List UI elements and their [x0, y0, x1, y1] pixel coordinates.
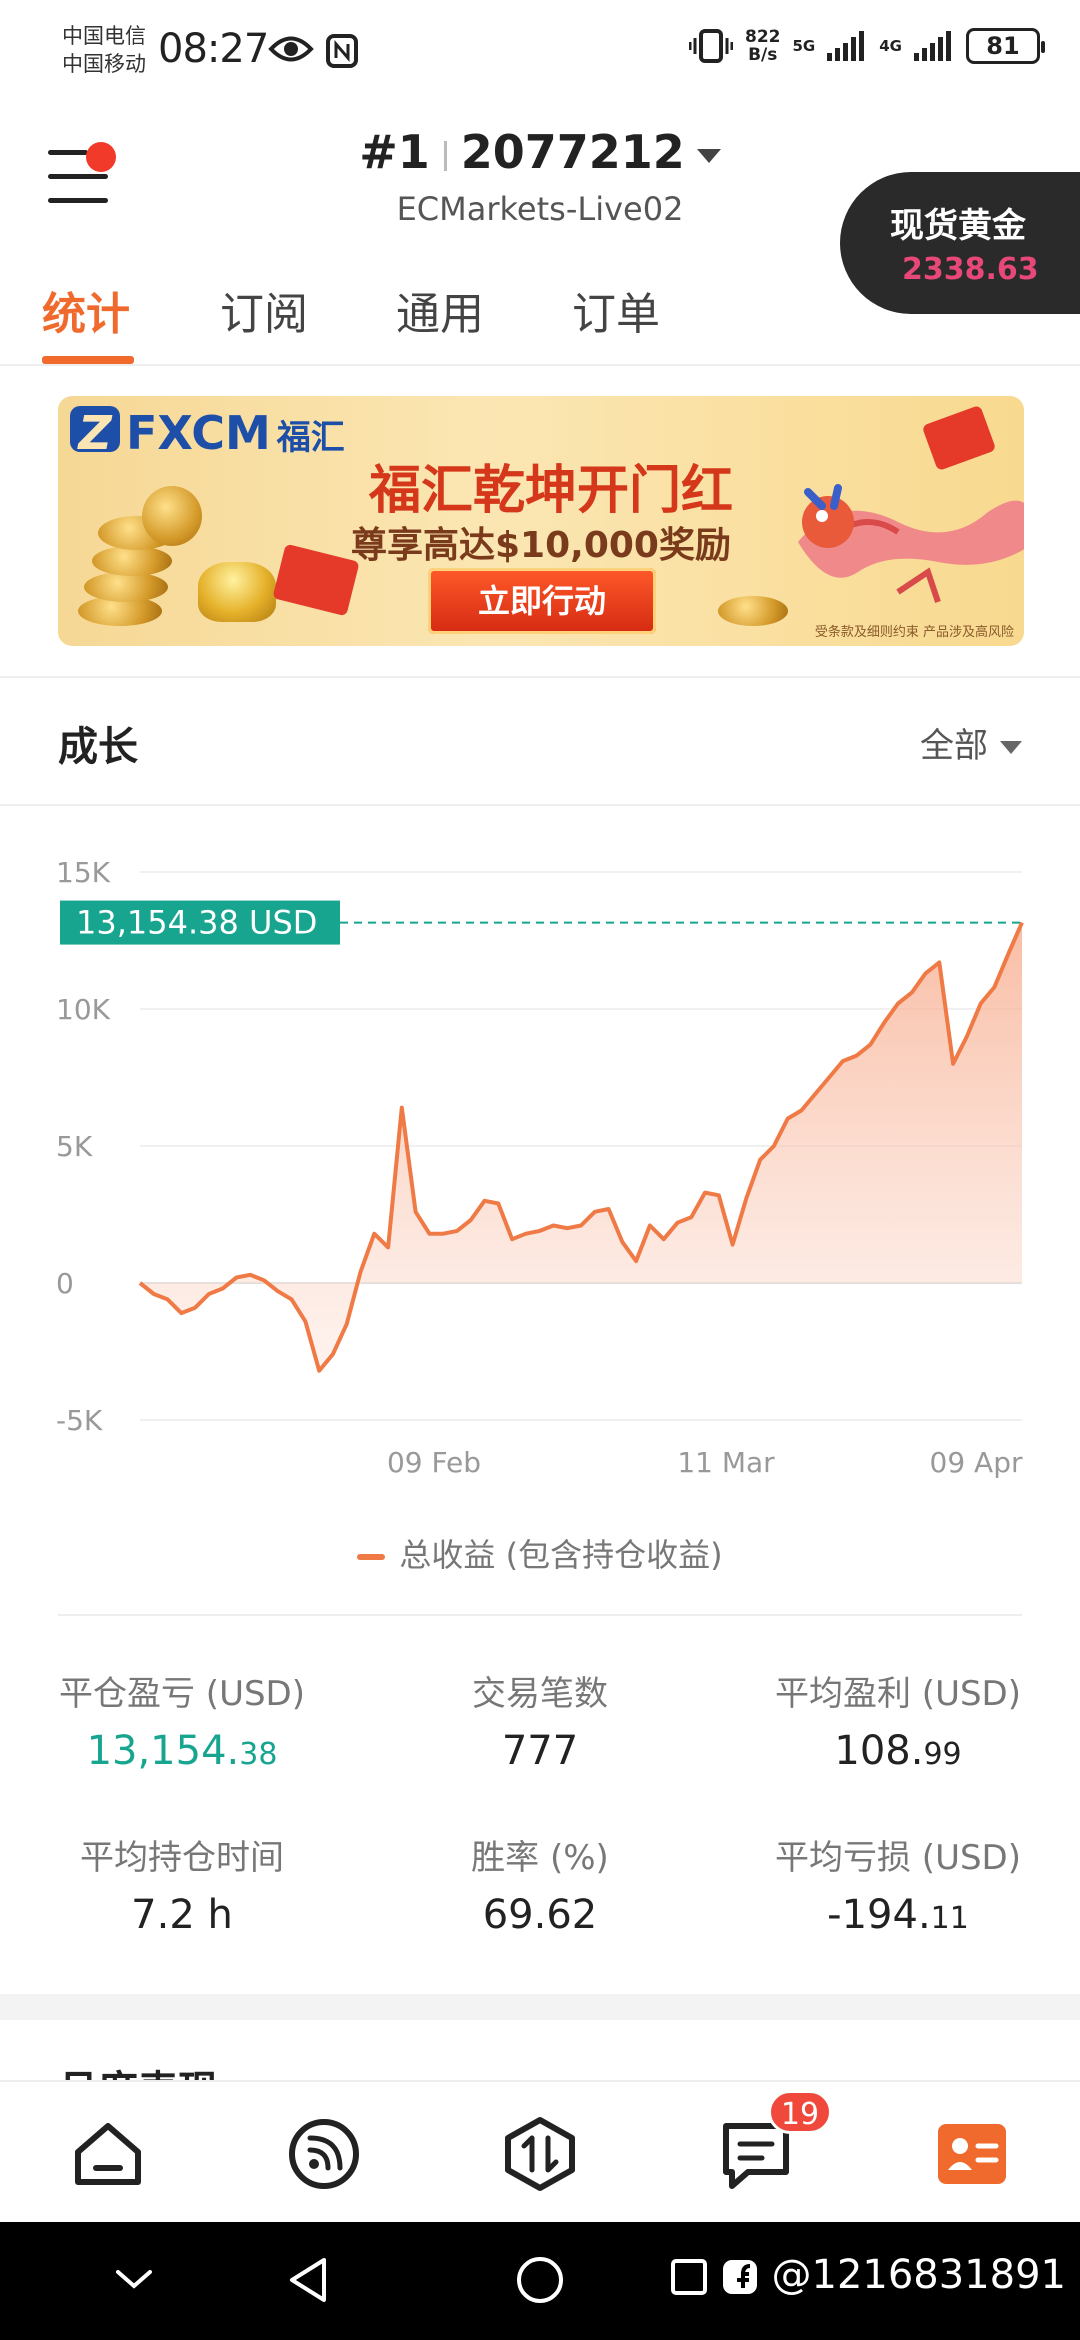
net-speed-unit: B/s [748, 45, 778, 65]
system-nav-bar: @1216831891 [0, 2222, 1080, 2340]
divider [58, 1614, 1022, 1616]
coin-icon [142, 486, 202, 546]
chart-legend[interactable]: 总收益 (包含持仓收益) [0, 1530, 1080, 1576]
x-tick-label: 09 Feb [387, 1446, 481, 1479]
signal-icon [827, 31, 865, 61]
tab-active-indicator [42, 356, 134, 364]
trade-icon[interactable] [502, 2116, 578, 2192]
stat-value-decimal: 11 [930, 1901, 969, 1936]
period-filter-label: 全部 [920, 726, 988, 766]
stat-value-main: 69.62 [482, 1892, 598, 1938]
x-tick-label: 11 Mar [677, 1446, 775, 1479]
divider [0, 804, 1080, 806]
growth-chart[interactable]: 15K 10K 5K 0 -5K 13,154.38 USD 09 Feb 11 Mar 09 … [0, 820, 1080, 1540]
divider [0, 676, 1080, 678]
coin-stack-icon [84, 572, 168, 602]
signal-icon-2 [914, 31, 951, 61]
y-tick-label: 15K [56, 856, 111, 889]
caret-down-icon [1000, 741, 1022, 754]
stat-value-main: 13,154. [86, 1728, 240, 1774]
home-icon[interactable] [70, 2116, 146, 2192]
y-tick-label: 5K [56, 1130, 93, 1163]
tab-general[interactable]: 通用 [396, 278, 484, 342]
current-value-label: 13,154.38 USD [76, 904, 317, 942]
messages-badge: 19 [768, 2090, 832, 2134]
fxcm-logo-mark: Z [70, 406, 120, 460]
period-filter-dropdown[interactable]: 全部 [920, 718, 1022, 767]
carrier-labels: 中国电信 中国移动 [62, 22, 146, 78]
net-type-1: 5G [792, 37, 816, 55]
social-logo-icon [722, 2260, 757, 2294]
stat-label-win-rate: 胜率 (%) [471, 1838, 609, 1878]
stat-value-avg-hold-time: 7.2 h [12, 1892, 352, 1938]
x-tick-label: 09 Apr [930, 1446, 1023, 1479]
square-icon [671, 2259, 708, 2295]
eye-icon [268, 36, 314, 62]
coin-stack-icon [92, 546, 172, 576]
home-circle-icon[interactable] [514, 2254, 566, 2306]
stat-value-decimal: 99 [923, 1737, 962, 1772]
stat-value-decimal: 38 [239, 1737, 278, 1772]
tab-subscribe[interactable]: 订阅 [220, 278, 308, 342]
net-speed: 822 B/s [745, 28, 781, 64]
y-tick-label: 0 [56, 1267, 74, 1300]
battery-icon: 81 [966, 28, 1045, 64]
stat-value-main: 108. [834, 1728, 924, 1774]
stat-value-main: 777 [501, 1728, 579, 1774]
bottom-nav [0, 2080, 1080, 2222]
feed-icon[interactable] [286, 2116, 362, 2192]
ticker-name: 现货黄金 [890, 206, 1026, 246]
y-tick-label: -5K [56, 1404, 103, 1437]
vibrate-icon [689, 29, 733, 63]
net-type-2: 4G [879, 37, 902, 55]
legend-swatch [357, 1554, 386, 1560]
stat-value-win-rate: 69.62 [370, 1892, 710, 1938]
watermark-handle-text: @1216831891 [771, 2252, 1067, 2298]
stat-value-avg-profit: 108.99 [728, 1728, 1068, 1774]
banner-cta-button[interactable]: 立即行动 [428, 568, 656, 634]
promo-banner[interactable]: Z FXCM 福汇 福汇乾坤开门红 尊享高达$10,000奖励 立即行动 受条款及细… [58, 396, 1024, 646]
stat-value-avg-loss: -194.11 [728, 1892, 1068, 1938]
watermark-handle: @1216831891 [670, 2252, 1066, 2298]
y-tick-label: 10K [56, 993, 111, 1026]
status-bar: 中国电信 中国移动 08:27 822 B/s 5G 4G 81 [0, 0, 1080, 110]
section-separator [0, 1994, 1080, 2020]
stat-label-avg-profit: 平均盈利 (USD) [775, 1674, 1021, 1714]
tab-stats[interactable]: 统计 [42, 278, 130, 342]
stat-label-closed-pnl: 平仓盈亏 (USD) [59, 1674, 305, 1714]
dragon-icon [798, 484, 1024, 603]
stat-label-trade-count: 交易笔数 [472, 1674, 608, 1714]
carrier-2: 中国移动 [62, 52, 146, 76]
carrier-1: 中国电信 [62, 24, 146, 48]
legend-label: 总收益 (包含持仓收益) [399, 1536, 723, 1574]
stat-value-main: 7.2 h [131, 1892, 233, 1938]
gold-ingot-icon [198, 562, 276, 622]
section-title-growth: 成长 [58, 724, 138, 770]
tab-bar: 统计 订阅 通用 订单 [0, 270, 1080, 366]
status-right: 822 B/s 5G 4G 81 [689, 28, 1045, 64]
stat-label-avg-loss: 平均亏损 (USD) [775, 1838, 1021, 1878]
banner-fine-print: 受条款及细则约束 产品涉及高风险 [814, 625, 1014, 640]
nfc-icon [326, 34, 358, 68]
tab-orders[interactable]: 订单 [572, 278, 660, 342]
net-speed-value: 822 [745, 27, 781, 47]
account-selector[interactable]: #1 2077212 [0, 125, 1080, 179]
separator [443, 140, 447, 171]
stat-label-avg-hold-time: 平均持仓时间 [80, 1838, 284, 1878]
stat-value-trade-count: 777 [370, 1728, 710, 1774]
account-rank: #1 [359, 125, 430, 179]
status-time: 08:27 [158, 26, 269, 72]
caret-down-icon [696, 148, 721, 163]
profile-card-icon[interactable] [934, 2116, 1010, 2192]
chevron-down-icon[interactable] [112, 2264, 156, 2294]
stat-value-main: -194. [827, 1892, 931, 1938]
stat-value-closed-pnl: 13,154.38 [12, 1728, 352, 1774]
account-number: 2077212 [460, 125, 685, 179]
back-icon[interactable] [284, 2254, 332, 2306]
